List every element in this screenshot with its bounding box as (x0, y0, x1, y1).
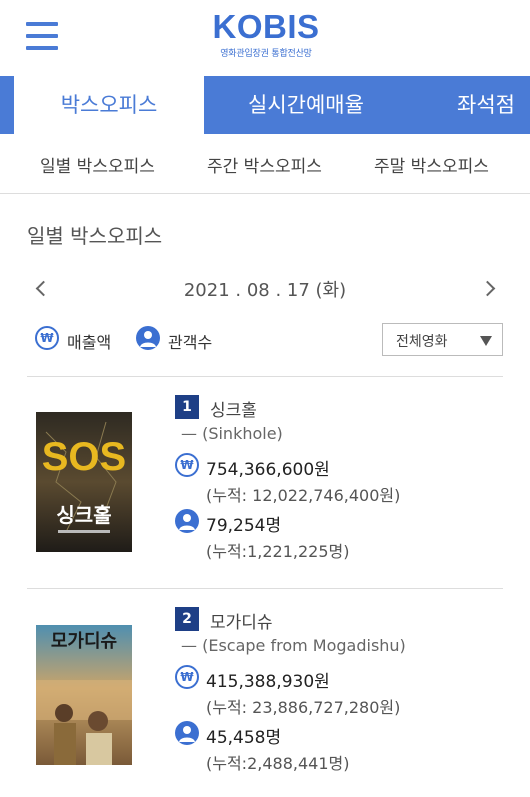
poster-1-title: 싱크홀 (56, 503, 111, 527)
movie-title[interactable]: 모가디슈 (210, 608, 273, 633)
legend-revenue-label: 매출액 (67, 333, 112, 352)
app-header: KOBIS 영화관입장권 통합전산망 (0, 0, 530, 76)
audience-stat (175, 509, 199, 533)
logo-text: KOBIS (212, 8, 320, 45)
cumulative-audience: (누적:2,488,441명) (206, 754, 350, 773)
logo-subtitle: 영화관입장권 통합전산망 (220, 49, 312, 59)
rank-badge: 2 (175, 607, 199, 631)
date-navigator: 2021 . 08 . 17 (화) (0, 270, 530, 306)
revenue-stat: ₩ (175, 453, 199, 477)
cumulative-audience: (누적:1,221,225명) (206, 542, 350, 561)
subnav-daily[interactable]: 일별 박스오피스 (40, 152, 155, 177)
legend-audience-label: 관객수 (168, 333, 213, 352)
movie-item-1: SOS 싱크홀 1 싱크홀 — (Sinkhole) ₩ 754,366,600… (0, 376, 530, 576)
person-icon (136, 326, 160, 350)
audience-stat (175, 721, 199, 745)
movie-item-2: 모가디슈 2 모가디슈 — (Escape from Mogadishu) ₩ … (0, 588, 530, 788)
movie-english-title: — (Sinkhole) (181, 424, 283, 443)
menu-icon[interactable] (26, 22, 58, 50)
sub-nav: 일별 박스오피스 주간 박스오피스 주말 박스오피스 (0, 134, 530, 194)
poster-2-title: 모가디슈 (51, 631, 117, 652)
won-icon: ₩ (175, 453, 199, 477)
rank-badge: 1 (175, 395, 199, 419)
subnav-weekly[interactable]: 주간 박스오피스 (207, 152, 322, 177)
daily-revenue: 754,366,600원 (206, 460, 330, 480)
person-icon (175, 721, 199, 745)
movie-english-title: — (Escape from Mogadishu) (181, 636, 406, 655)
daily-revenue: 415,388,930원 (206, 672, 330, 692)
poster-mogadishu[interactable]: 모가디슈 (36, 625, 132, 765)
movie-filter-select[interactable]: 전체영화 (382, 323, 503, 356)
cumulative-revenue: (누적: 12,022,746,400원) (206, 486, 401, 505)
poster-sinkhole[interactable]: SOS 싱크홀 (36, 412, 132, 552)
daily-audience: 79,254명 (206, 516, 282, 536)
next-date-chevron-icon[interactable] (478, 274, 502, 302)
tab-seat-share[interactable]: 좌석점 (457, 76, 515, 134)
caret-down-icon (480, 336, 492, 346)
tab-realtime-reservation[interactable]: 실시간예매율 (248, 76, 364, 134)
person-icon (175, 509, 199, 533)
cumulative-revenue: (누적: 23,886,727,280원) (206, 698, 401, 717)
poster-1-sos: SOS (42, 435, 126, 479)
filter-selected-value: 전체영화 (396, 334, 448, 350)
won-icon: ₩ (35, 326, 59, 350)
tab-box-office[interactable]: 박스오피스 (14, 76, 204, 134)
won-icon: ₩ (175, 665, 199, 689)
daily-audience: 45,458명 (206, 728, 282, 748)
revenue-stat: ₩ (175, 665, 199, 689)
section-title: 일별 박스오피스 (27, 224, 163, 248)
current-date: 2021 . 08 . 17 (화) (183, 280, 347, 301)
kobis-logo[interactable]: KOBIS 영화관입장권 통합전산망 (208, 8, 324, 60)
movie-title[interactable]: 싱크홀 (210, 396, 257, 421)
subnav-weekend[interactable]: 주말 박스오피스 (374, 152, 489, 177)
main-tab-bar: 박스오피스 실시간예매율 좌석점 (0, 76, 530, 134)
